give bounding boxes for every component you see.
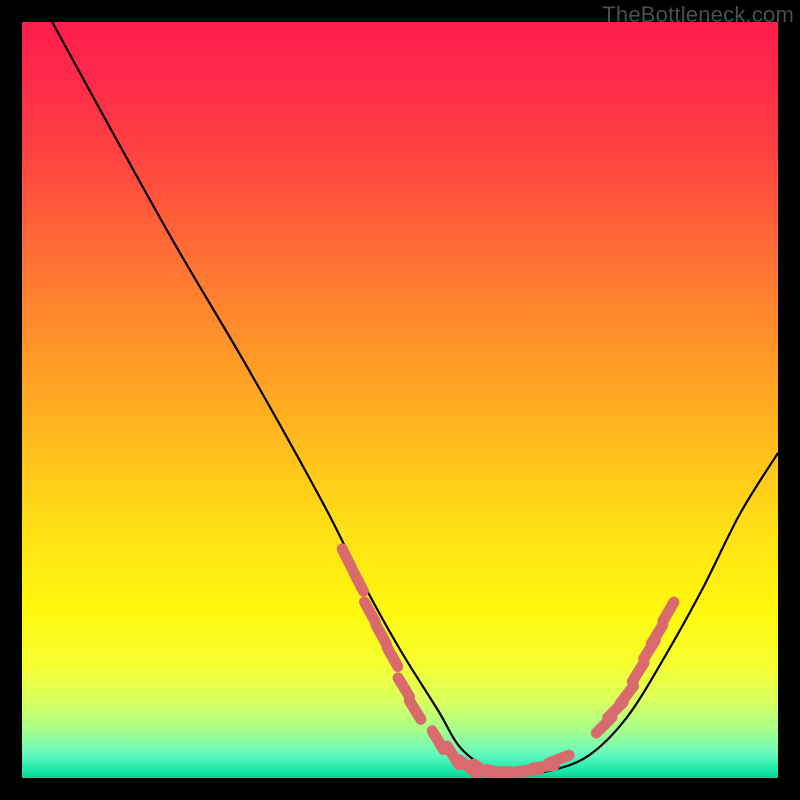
curve-marker <box>376 625 387 644</box>
curve-marker <box>549 755 570 763</box>
bottleneck-curve <box>52 22 778 774</box>
watermark-text: TheBottleneck.com <box>602 2 794 28</box>
chart-svg-layer <box>22 22 778 778</box>
curve-marker <box>409 701 421 720</box>
curve-marker <box>632 663 644 682</box>
curve-marker <box>342 549 352 569</box>
curve-marker <box>387 647 398 666</box>
curve-marker <box>620 686 633 704</box>
curve-marker <box>663 602 674 621</box>
curve-marker <box>353 572 363 592</box>
curve-marker <box>651 625 663 644</box>
curve-markers-group <box>342 549 674 777</box>
curve-marker <box>398 678 409 697</box>
